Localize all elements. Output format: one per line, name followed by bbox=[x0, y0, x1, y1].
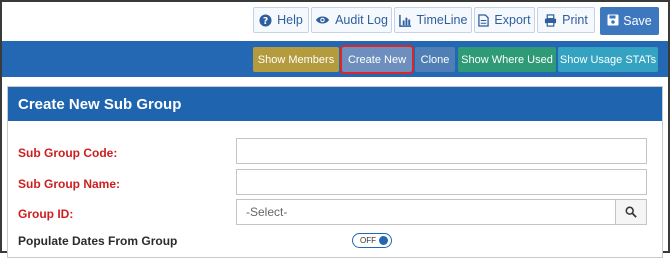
group-id-select[interactable]: -Select- bbox=[236, 199, 616, 225]
top-toolbar: ? Help Audit Log TimeLine Export Print S… bbox=[2, 2, 668, 40]
group-id-search-button[interactable] bbox=[615, 199, 647, 225]
window-frame: ? Help Audit Log TimeLine Export Print S… bbox=[0, 0, 670, 258]
file-export-icon bbox=[478, 13, 490, 27]
print-label: Print bbox=[562, 13, 588, 27]
help-button[interactable]: ? Help bbox=[253, 7, 309, 33]
show-usage-stats-button[interactable]: Show Usage STATs bbox=[558, 47, 658, 72]
save-button[interactable]: Save bbox=[600, 7, 659, 35]
svg-text:?: ? bbox=[263, 15, 268, 26]
create-new-button[interactable]: Create New bbox=[340, 45, 414, 74]
action-bar: Show Members Create New Clone Show Where… bbox=[2, 41, 668, 77]
eye-icon bbox=[315, 14, 330, 26]
search-icon bbox=[625, 206, 637, 218]
export-label: Export bbox=[494, 13, 531, 27]
audit-log-button[interactable]: Audit Log bbox=[311, 7, 392, 33]
show-members-button[interactable]: Show Members bbox=[253, 47, 339, 72]
sub-group-name-label: Sub Group Name: bbox=[18, 177, 121, 191]
group-id-selected-value: -Select- bbox=[246, 205, 288, 219]
bar-chart-icon bbox=[398, 14, 412, 27]
group-id-label: Group ID: bbox=[18, 207, 74, 221]
timeline-button[interactable]: TimeLine bbox=[394, 7, 472, 33]
export-button[interactable]: Export bbox=[474, 7, 535, 33]
clone-button[interactable]: Clone bbox=[415, 47, 455, 72]
timeline-label: TimeLine bbox=[416, 13, 468, 27]
sub-group-code-label: Sub Group Code: bbox=[18, 146, 118, 160]
toggle-knob bbox=[379, 236, 388, 245]
printer-icon bbox=[544, 13, 557, 27]
print-button[interactable]: Print bbox=[537, 7, 595, 33]
populate-dates-label: Populate Dates From Group bbox=[18, 234, 178, 248]
toggle-state-text: OFF bbox=[360, 236, 376, 245]
sub-group-name-input[interactable] bbox=[236, 169, 647, 195]
sub-group-code-input[interactable] bbox=[236, 138, 647, 164]
help-label: Help bbox=[277, 13, 303, 27]
floppy-disk-icon bbox=[607, 14, 619, 29]
question-circle-icon: ? bbox=[259, 13, 272, 27]
save-label: Save bbox=[623, 14, 652, 28]
panel-title: Create New Sub Group bbox=[8, 87, 662, 121]
audit-log-label: Audit Log bbox=[335, 13, 388, 27]
create-sub-group-panel: Create New Sub Group Sub Group Code: Sub… bbox=[7, 86, 663, 258]
populate-dates-toggle[interactable]: OFF bbox=[352, 233, 392, 248]
show-where-used-button[interactable]: Show Where Used bbox=[458, 47, 556, 72]
